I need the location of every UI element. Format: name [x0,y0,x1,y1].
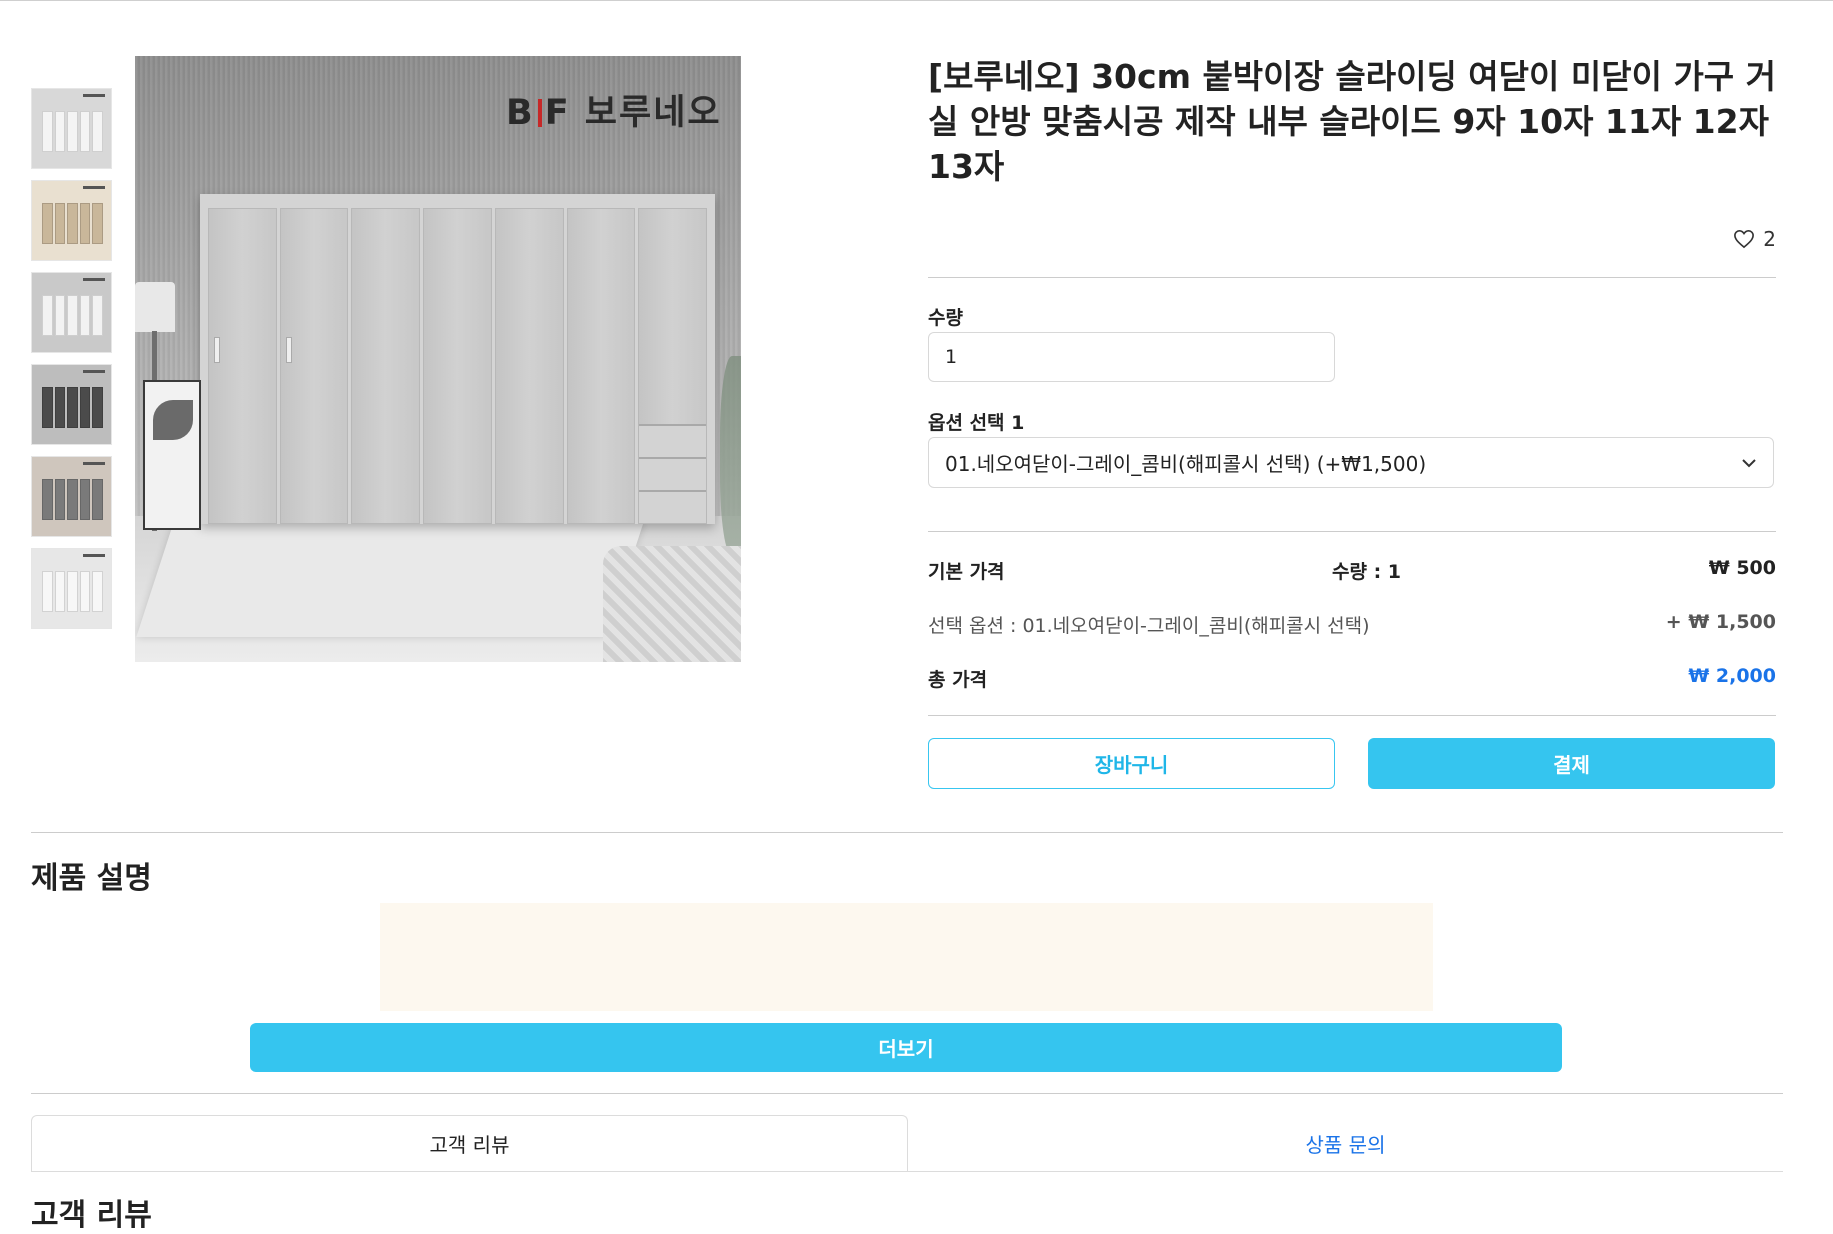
top-border [0,0,1833,1]
thumbnail-list [31,88,112,640]
tab-bar: 고객 리뷰 상품 문의 [31,1115,1783,1172]
lamp [135,282,175,332]
section-divider [31,1093,1783,1094]
thumbnail-wardrobe [40,293,105,338]
tab-customer-reviews[interactable]: 고객 리뷰 [31,1115,908,1171]
wardrobe-door [494,208,564,524]
description-content [380,903,1433,1011]
drawer [639,424,707,457]
wardrobe-door [208,208,277,524]
divider [928,277,1776,278]
brand-logo: BF 보루네오 [506,93,722,133]
heart-icon [1734,229,1755,249]
option-selected-value: 01.네오여닫이-그레이_콤비(해피콜시 선택) (+₩1,500) [945,452,1427,476]
door-handle [214,337,220,363]
wardrobe-door [566,208,636,524]
divider [928,531,1776,532]
bed-blanket [603,546,741,662]
quantity-label: 수량 [928,307,963,329]
description-title: 제품 설명 [31,861,152,896]
thumbnail-white-wardrobe[interactable] [31,88,112,169]
option-select[interactable]: 01.네오여닫이-그레이_콤비(해피콜시 선택) (+₩1,500) [928,437,1774,488]
thumbnail-white-wardrobe-2[interactable] [31,272,112,353]
thumbnail-logo [83,186,105,189]
thumbnail-logo [83,94,105,97]
wardrobe-drawer-column [638,208,708,524]
thumbnail-open-drawers[interactable] [31,180,112,261]
base-price-label: 기본 가격 [928,561,1005,583]
section-divider [31,832,1783,833]
thumbnail-wardrobe [40,569,105,614]
thumbnail-gray-wardrobe-room[interactable] [31,456,112,537]
tab-product-inquiry[interactable]: 상품 문의 [908,1115,1783,1171]
logo-bar [537,99,542,127]
thumbnail-wardrobe [40,385,105,430]
wardrobe-door [423,208,492,524]
selected-option-text: 선택 옵션 : 01.네오여닫이-그레이_콤비(해피콜시 선택) [928,615,1370,637]
option-price-value: + ₩ 1,500 [1665,611,1776,633]
reviews-title: 고객 리뷰 [31,1198,152,1233]
wardrobe-illustration [200,194,715,524]
wardrobe-door [279,208,349,524]
thumbnail-logo [83,370,105,373]
divider [928,715,1776,716]
thumbnail-logo [83,462,105,465]
like-button[interactable]: 2 [1733,227,1776,251]
show-more-button[interactable]: 더보기 [250,1023,1562,1072]
product-title: [보루네오] 30cm 붙박이장 슬라이딩 여닫이 미닫이 가구 거실 안방 맞… [928,57,1777,186]
chevron-down-icon [1742,458,1756,467]
drawer [639,490,707,523]
thumbnail-dark-wardrobe[interactable] [31,364,112,445]
quantity-input[interactable] [928,332,1335,382]
thumbnail-logo [83,278,105,281]
like-count: 2 [1763,227,1776,251]
price-quantity: 수량 : 1 [1332,561,1402,583]
thumbnail-wardrobe [40,201,105,246]
add-to-cart-button[interactable]: 장바구니 [928,738,1335,789]
option-label: 옵션 선택 1 [928,412,1025,434]
thumbnail-wardrobe [40,477,105,522]
wardrobe-door [351,208,421,524]
plant [720,356,741,556]
checkout-button[interactable]: 결제 [1368,738,1775,789]
door-handle [285,337,292,363]
picture-frame [143,380,201,530]
total-price-label: 총 가격 [928,669,988,691]
rug [136,522,644,637]
main-product-image: BF 보루네오 [135,56,741,662]
base-price-value: ₩ 500 [1708,557,1776,579]
thumbnail-logo [83,554,105,557]
thumbnail-white-green-wardrobe[interactable] [31,548,112,629]
thumbnail-wardrobe [40,109,105,154]
drawer [639,457,707,490]
total-price-value: ₩ 2,000 [1688,665,1776,687]
